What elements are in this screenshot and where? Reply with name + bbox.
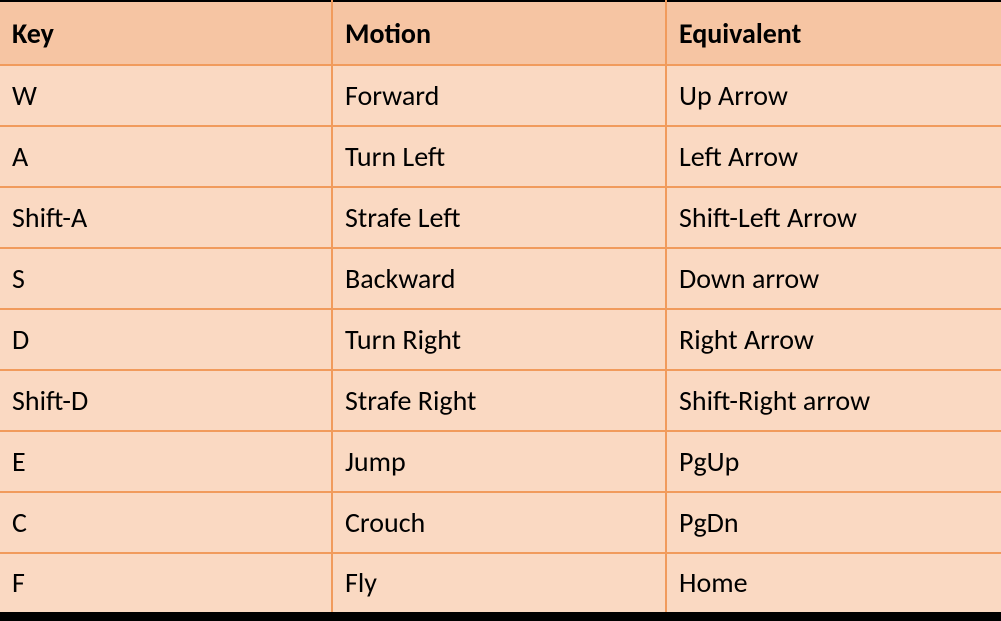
cell-equivalent: PgUp (666, 431, 1001, 492)
cell-motion: Forward (332, 65, 666, 126)
col-header-equivalent: Equivalent (666, 1, 1001, 65)
cell-motion: Fly (332, 553, 666, 614)
cell-motion: Backward (332, 248, 666, 309)
cell-equivalent: Shift-Right arrow (666, 370, 1001, 431)
cell-key: C (0, 492, 332, 553)
table-row: A Turn Left Left Arrow (0, 126, 1001, 187)
col-header-motion: Motion (332, 1, 666, 65)
cell-motion: Turn Right (332, 309, 666, 370)
cell-key: A (0, 126, 332, 187)
cell-key: Shift-D (0, 370, 332, 431)
cell-key: F (0, 553, 332, 614)
table-row: D Turn Right Right Arrow (0, 309, 1001, 370)
table-row: C Crouch PgDn (0, 492, 1001, 553)
table-row: Shift-D Strafe Right Shift-Right arrow (0, 370, 1001, 431)
table-row: W Forward Up Arrow (0, 65, 1001, 126)
cell-equivalent: Right Arrow (666, 309, 1001, 370)
cell-equivalent: Left Arrow (666, 126, 1001, 187)
table-row: E Jump PgUp (0, 431, 1001, 492)
table-row: Shift-A Strafe Left Shift-Left Arrow (0, 187, 1001, 248)
cell-motion: Jump (332, 431, 666, 492)
cell-equivalent: Down arrow (666, 248, 1001, 309)
cell-key: Shift-A (0, 187, 332, 248)
table-row: S Backward Down arrow (0, 248, 1001, 309)
cell-equivalent: Up Arrow (666, 65, 1001, 126)
cell-key: D (0, 309, 332, 370)
cell-motion: Crouch (332, 492, 666, 553)
table-header-row: Key Motion Equivalent (0, 1, 1001, 65)
cell-motion: Turn Left (332, 126, 666, 187)
cell-key: S (0, 248, 332, 309)
cell-equivalent: Shift-Left Arrow (666, 187, 1001, 248)
cell-equivalent: PgDn (666, 492, 1001, 553)
cell-equivalent: Home (666, 553, 1001, 614)
table-row: F Fly Home (0, 553, 1001, 614)
cell-key: W (0, 65, 332, 126)
cell-motion: Strafe Right (332, 370, 666, 431)
cell-motion: Strafe Left (332, 187, 666, 248)
cell-key: E (0, 431, 332, 492)
col-header-key: Key (0, 1, 332, 65)
keybindings-table: Key Motion Equivalent W Forward Up Arrow… (0, 0, 1001, 617)
